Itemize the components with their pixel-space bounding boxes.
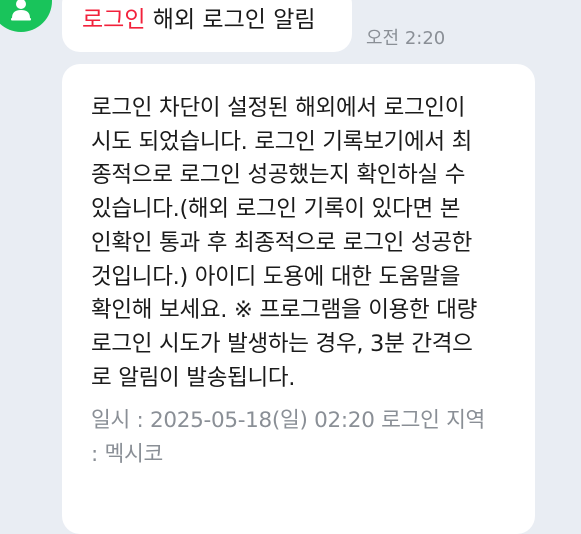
notice-tag: 로그인 [82,7,146,33]
message-line: 종적으로 로그인 성공했는지 확인하실 수 [91,162,466,189]
message-line: 로그인 차단이 설정된 해외에서 로그인이 [91,95,466,121]
login-datetime-region: 일시 : 2025-05-18(일) 02:20 로그인 지역 [91,408,486,434]
message-line: 있습니다.(해외 로그인 기록이 있다면 본 [91,196,461,223]
notice-title-bubble[interactable]: 로그인 해외 로그인 알림 [62,0,352,52]
login-meta: 일시 : 2025-05-18(일) 02:20 로그인 지역 : 멕시코 [91,404,535,471]
notice-title: 해외 로그인 알림 [152,7,316,33]
message-line: 로 알림이 발송됩니다. [91,364,296,391]
message-line: 시도 되었습니다. 로그인 기록보기에서 최 [91,128,473,155]
person-icon [11,0,31,21]
message-line: 확인해 보세요. ※ 프로그램을 이용한 대량 [91,297,478,324]
login-country: : 멕시코 [91,442,163,468]
message-line: 것입니다.) 아이디 도용에 대한 도움말을 [91,263,461,290]
message-line: 로그인 시도가 발생하는 경우, 3분 간격으 [91,330,473,357]
message-line: 인확인 통과 후 최종적으로 로그인 성공한 [91,229,473,256]
message-timestamp: 오전 2:20 [366,28,446,49]
message-bubble[interactable]: 로그인 차단이 설정된 해외에서 로그인이 시도 되었습니다. 로그인 기록보기… [62,64,535,534]
sender-avatar[interactable] [0,0,52,32]
